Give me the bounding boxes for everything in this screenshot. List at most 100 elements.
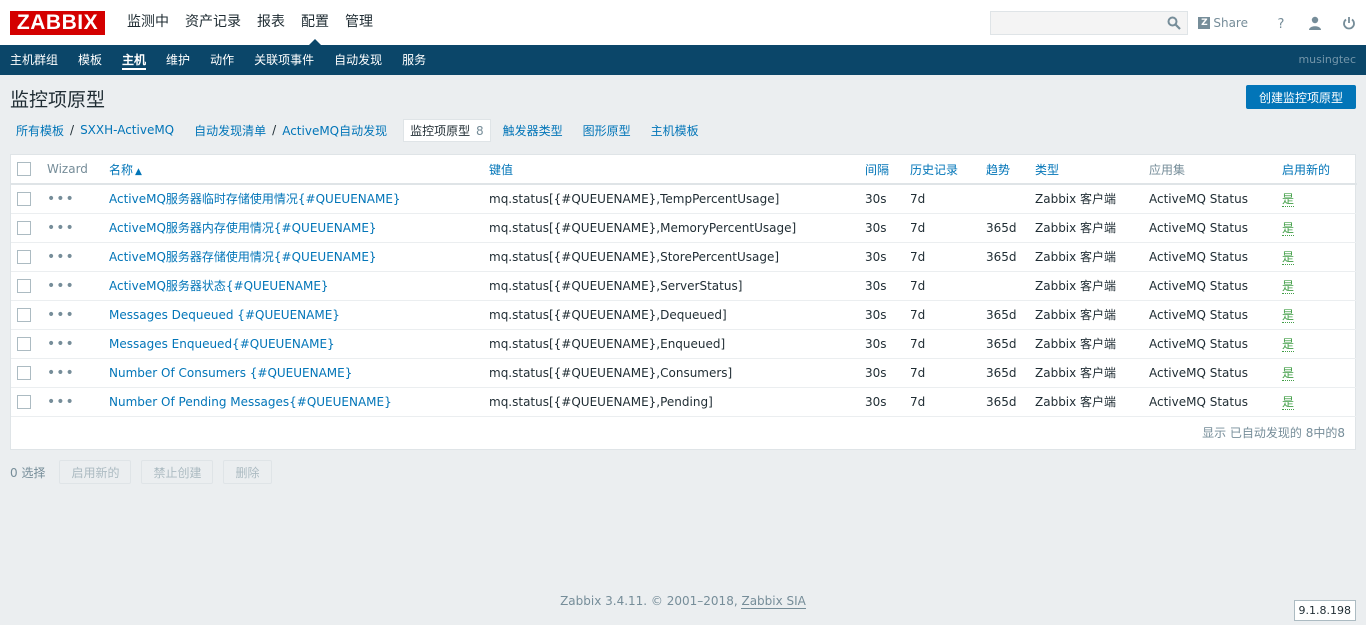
table-row: ••• ActiveMQ服务器临时存储使用情况{#QUEUENAME} mq.sta… (11, 184, 1357, 214)
row-checkbox[interactable] (17, 307, 31, 322)
top-header: ZABBIX 监测中 资产记录 报表 配置 管理 Z Share ? (0, 0, 1366, 45)
status-toggle[interactable]: 是 (1282, 337, 1295, 352)
ellipsis-icon[interactable]: ••• (47, 307, 75, 323)
delete-button[interactable]: 删除 (223, 460, 272, 484)
user-icon[interactable] (1298, 0, 1332, 45)
ellipsis-icon[interactable]: ••• (47, 220, 75, 236)
user-glyph (1309, 16, 1321, 30)
item-name-link[interactable]: Number Of Consumers {#QUEUENAME} (109, 366, 352, 380)
menu-configuration[interactable]: 配置 (293, 0, 337, 45)
header-key[interactable]: 键值 (483, 155, 859, 185)
subnav-host-groups[interactable]: 主机群组 (0, 45, 68, 75)
ellipsis-icon[interactable]: ••• (47, 394, 75, 410)
svg-text:?: ? (1278, 17, 1285, 30)
menu-inventory[interactable]: 资产记录 (177, 0, 249, 45)
row-application: ActiveMQ Status (1143, 184, 1276, 214)
row-wizard-cell: ••• (41, 271, 103, 301)
item-name-link[interactable]: Number Of Pending Messages{#QUEUENAME} (109, 395, 392, 409)
share-link[interactable]: Z Share (1198, 16, 1248, 30)
breadcrumb-discovery-list[interactable]: 自动发现清单 (188, 122, 272, 139)
subnav-services[interactable]: 服务 (392, 45, 436, 75)
table-row: ••• Messages Dequeued {#QUEUENAME} mq.stat… (11, 300, 1357, 330)
row-key: mq.status[{#QUEUENAME},MemoryPercentUsag… (483, 213, 859, 243)
search-icon[interactable] (1167, 16, 1182, 30)
share-z-icon: Z (1198, 16, 1211, 29)
item-name-link[interactable]: ActiveMQ服务器状态{#QUEUENAME} (109, 279, 329, 293)
item-name-link[interactable]: Messages Dequeued {#QUEUENAME} (109, 308, 340, 322)
tab-trigger-prototypes[interactable]: 触发器类型 (497, 122, 569, 139)
menu-reports[interactable]: 报表 (249, 0, 293, 45)
header-name[interactable]: 名称 ▲ (103, 155, 483, 185)
row-interval: 30s (859, 271, 904, 301)
header-create-enabled[interactable]: 启用新的 (1276, 155, 1357, 185)
subnav-actions[interactable]: 动作 (200, 45, 244, 75)
menu-administration[interactable]: 管理 (337, 0, 381, 45)
status-toggle[interactable]: 是 (1282, 192, 1295, 208)
create-item-prototype-button[interactable]: 创建监控项原型 (1245, 85, 1356, 109)
status-toggle[interactable]: 是 (1282, 279, 1295, 294)
subnav-discovery[interactable]: 自动发现 (324, 45, 392, 75)
tab-host-prototypes[interactable]: 主机模板 (645, 122, 705, 139)
status-toggle[interactable]: 是 (1282, 366, 1295, 381)
ellipsis-icon[interactable]: ••• (47, 191, 75, 207)
row-interval: 30s (859, 387, 904, 417)
row-checkbox[interactable] (17, 365, 31, 380)
enable-button[interactable]: 启用新的 (59, 460, 132, 484)
subnav-hosts[interactable]: 主机 (112, 45, 156, 75)
row-select-cell (11, 242, 41, 272)
item-name-link[interactable]: Messages Enqueued{#QUEUENAME} (109, 337, 335, 351)
row-type: Zabbix 客户端 (1029, 329, 1143, 359)
row-key: mq.status[{#QUEUENAME},StorePercentUsage… (483, 242, 859, 272)
header-interval[interactable]: 间隔 (859, 155, 904, 185)
item-prototypes-table: Wizard 名称 ▲ 键值 间隔 历史记录 趋势 类型 应用集 启用新的 •••… (10, 154, 1357, 450)
status-toggle[interactable]: 是 (1282, 250, 1295, 265)
subnav-correlation[interactable]: 关联项事件 (244, 45, 324, 75)
power-glyph (1343, 16, 1355, 29)
table-row: ••• ActiveMQ服务器存储使用情况{#QUEUENAME} mq.statu… (11, 242, 1357, 272)
ellipsis-icon[interactable]: ••• (47, 365, 75, 381)
row-key: mq.status[{#QUEUENAME},ServerStatus] (483, 271, 859, 301)
item-name-link[interactable]: ActiveMQ服务器内存使用情况{#QUEUENAME} (109, 221, 377, 235)
header-history[interactable]: 历史记录 (904, 155, 980, 185)
search-input[interactable] (991, 11, 1188, 34)
tab-item-prototypes-label: 监控项原型 (410, 123, 471, 138)
row-trends: 365d (980, 358, 1029, 388)
breadcrumb-template[interactable]: SXXH-ActiveMQ (74, 123, 180, 137)
row-status-cell: 是 (1276, 358, 1357, 388)
power-icon[interactable] (1332, 0, 1366, 45)
row-wizard-cell: ••• (41, 300, 103, 330)
ellipsis-icon[interactable]: ••• (47, 249, 75, 265)
item-name-link[interactable]: ActiveMQ服务器临时存储使用情况{#QUEUENAME} (109, 192, 401, 206)
subnav-maintenance[interactable]: 维护 (156, 45, 200, 75)
row-wizard-cell: ••• (41, 213, 103, 243)
disable-button[interactable]: 禁止创建 (141, 460, 214, 484)
row-name-cell: Messages Dequeued {#QUEUENAME} (103, 300, 483, 330)
header-trends[interactable]: 趋势 (980, 155, 1029, 185)
row-checkbox[interactable] (17, 394, 31, 409)
breadcrumb-discovery-rule[interactable]: ActiveMQ自动发现 (276, 122, 393, 139)
select-all-checkbox[interactable] (17, 162, 31, 177)
row-interval: 30s (859, 300, 904, 330)
status-toggle[interactable]: 是 (1282, 308, 1295, 323)
tab-item-prototypes[interactable]: 监控项原型 8 (403, 118, 491, 142)
status-toggle[interactable]: 是 (1282, 395, 1295, 410)
status-toggle[interactable]: 是 (1282, 221, 1295, 236)
menu-monitoring[interactable]: 监测中 (119, 0, 177, 45)
row-checkbox[interactable] (17, 278, 31, 293)
footer-zabbix-link[interactable]: Zabbix SIA (741, 594, 806, 609)
ellipsis-icon[interactable]: ••• (47, 278, 75, 294)
ellipsis-icon[interactable]: ••• (47, 336, 75, 352)
help-icon[interactable]: ? (1264, 0, 1298, 45)
row-status-cell: 是 (1276, 271, 1357, 301)
row-checkbox[interactable] (17, 220, 31, 235)
row-checkbox[interactable] (17, 192, 31, 206)
row-checkbox[interactable] (17, 336, 31, 351)
tab-graph-prototypes[interactable]: 图形原型 (577, 122, 637, 139)
breadcrumb-all-templates[interactable]: 所有模板 (10, 122, 70, 139)
row-checkbox[interactable] (17, 249, 31, 264)
item-name-link[interactable]: ActiveMQ服务器存储使用情况{#QUEUENAME} (109, 250, 377, 264)
current-user: musingtec (1298, 53, 1356, 66)
header-type[interactable]: 类型 (1029, 155, 1143, 185)
zabbix-logo[interactable]: ZABBIX (10, 10, 105, 35)
subnav-templates[interactable]: 模板 (68, 45, 112, 75)
